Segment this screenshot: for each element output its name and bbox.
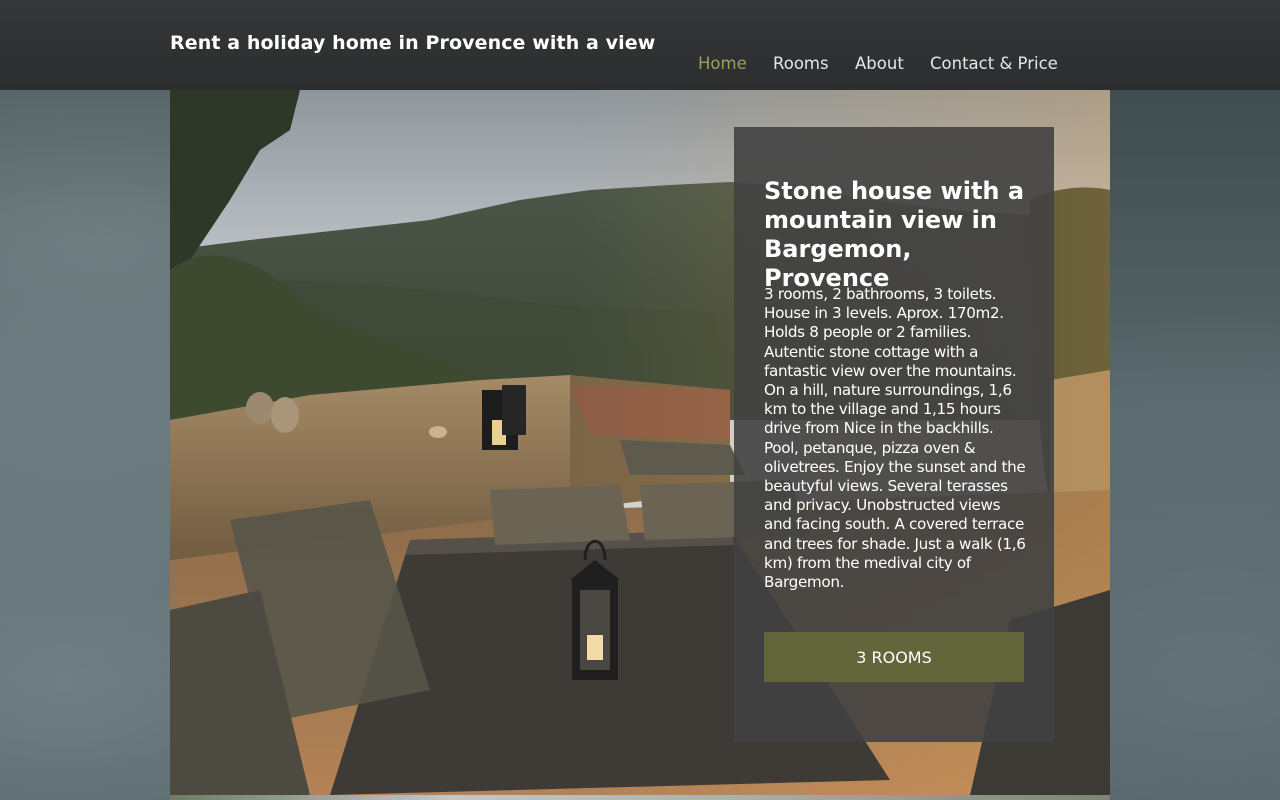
next-image-strip <box>170 795 1110 800</box>
info-panel: Stone house with a mountain view in Barg… <box>734 127 1054 742</box>
rooms-button[interactable]: 3 ROOMS <box>764 632 1024 682</box>
nav-item-about[interactable]: About <box>855 54 904 73</box>
panel-description: 3 rooms, 2 bathrooms, 3 toilets. House i… <box>764 285 1026 592</box>
main-nav: Home Rooms About Contact & Price <box>0 54 1280 78</box>
site-header: Rent a holiday home in Provence with a v… <box>0 0 1280 90</box>
site-title[interactable]: Rent a holiday home in Provence with a v… <box>170 32 655 54</box>
panel-title: Stone house with a mountain view in Barg… <box>764 177 1025 292</box>
nav-item-home[interactable]: Home <box>698 54 747 73</box>
nav-item-contact-price[interactable]: Contact & Price <box>930 54 1058 73</box>
nav-item-rooms[interactable]: Rooms <box>773 54 829 73</box>
